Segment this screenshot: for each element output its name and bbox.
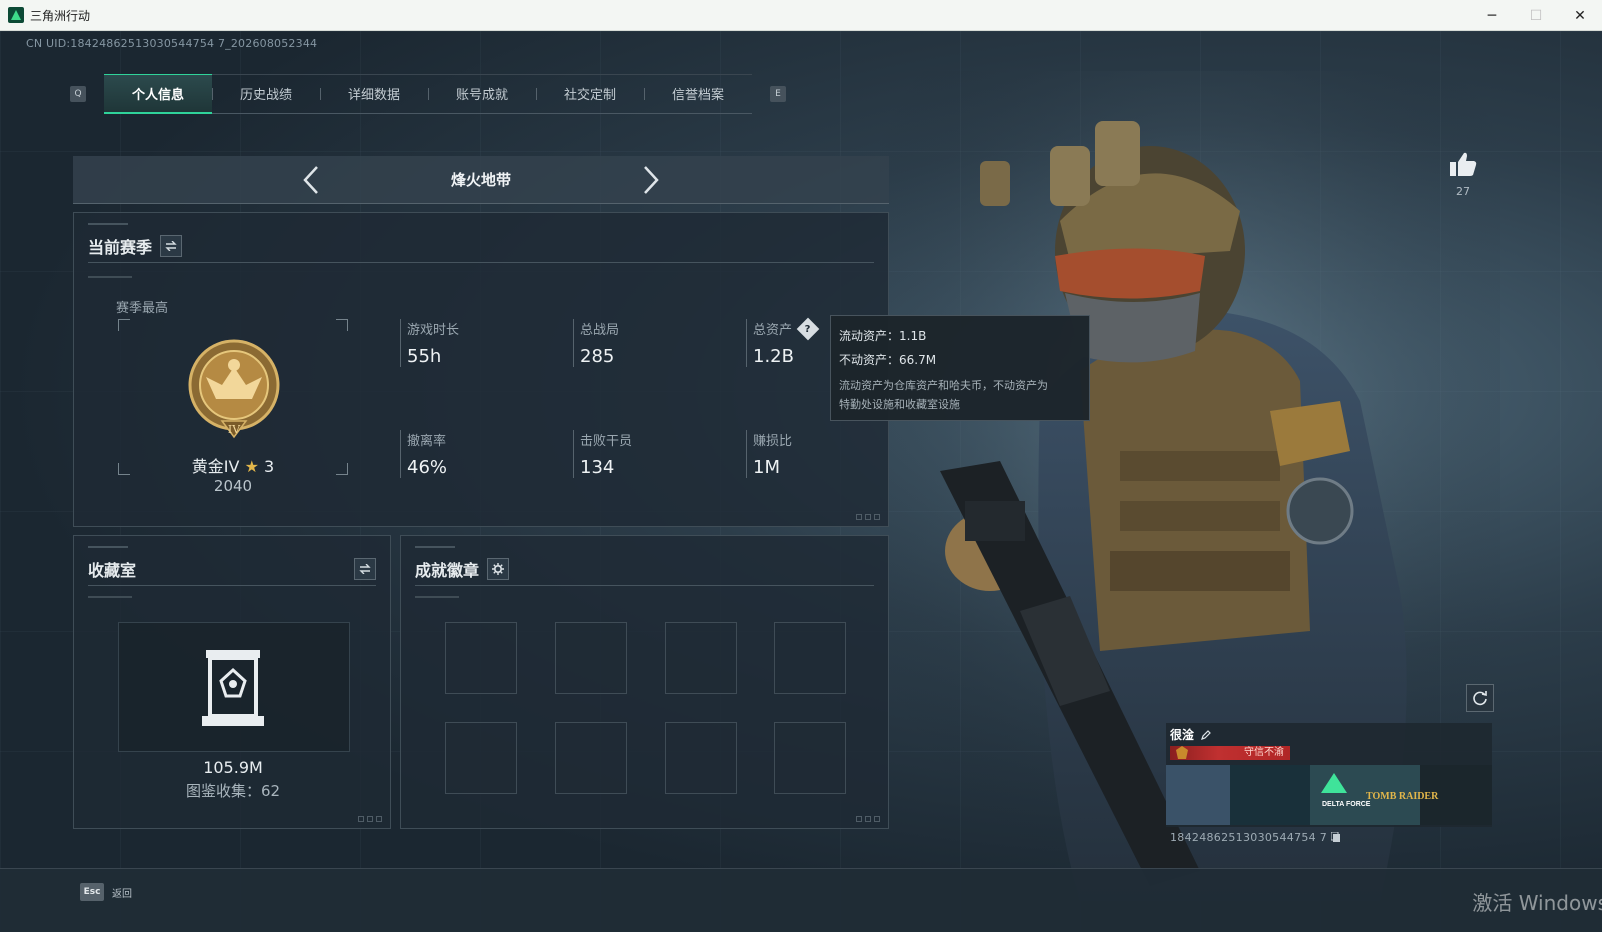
player-name: 很淦 — [1170, 726, 1212, 743]
rank-points: 2040 — [213, 477, 253, 495]
edit-pencil-icon — [1201, 729, 1211, 740]
like-count: 27 — [1456, 185, 1470, 198]
collection-count: 图鉴收集：62 — [185, 782, 281, 800]
collection-room-header: 收藏室 — [88, 552, 376, 586]
player-uid: 18424862513030544754 7 — [1170, 831, 1341, 844]
mode-selector: 烽火地带 — [73, 156, 889, 204]
back-label[interactable]: 返回 — [112, 885, 132, 900]
window-titlebar: 三角洲行动 ─ ☐ ✕ — [0, 0, 1602, 31]
tab-next-key-hint[interactable]: E — [770, 86, 786, 102]
player-banner-image: DELTA FORCE TOMB RAIDER — [1166, 765, 1492, 825]
tab-match-history[interactable]: 历史战绩 — [212, 74, 320, 114]
achievement-badges-panel: 成就徽章 — [400, 535, 889, 829]
minimize-button[interactable]: ─ — [1470, 0, 1514, 31]
like-block[interactable]: 27 — [1448, 151, 1478, 198]
current-season-panel: 当前赛季 赛季最高 IV 黄金IV ★ 3 2040 游戏时长 55h 总战局 … — [73, 212, 889, 527]
badge-slot[interactable] — [774, 722, 846, 794]
panel-dots-decoration — [856, 514, 880, 520]
svg-text:IV: IV — [228, 423, 241, 436]
header-decoration — [415, 546, 455, 548]
copy-icon — [1331, 832, 1341, 842]
tooltip-description-2: 特勤处设施和收藏室设施 — [839, 398, 960, 411]
tab-social-customization[interactable]: 社交定制 — [536, 74, 644, 114]
svg-text:TOMB RAIDER: TOMB RAIDER — [1366, 791, 1439, 802]
stat-profit-loss-ratio: 赚损比 1M — [746, 430, 906, 478]
sub-decoration — [415, 596, 459, 598]
collection-room-panel: 收藏室 105.9M 图鉴收集：62 — [73, 535, 391, 829]
sub-decoration — [88, 276, 132, 278]
mode-next-arrow-icon[interactable] — [636, 165, 666, 195]
stat-operators-defeated: 击败干员 134 — [573, 430, 733, 478]
badge-slot[interactable] — [445, 622, 517, 694]
thumbs-up-icon — [1450, 152, 1477, 176]
collection-value: 105.9M — [203, 758, 263, 777]
achievement-badges-title: 成就徽章 — [415, 560, 480, 580]
refresh-icon — [1473, 691, 1487, 706]
player-card[interactable]: 很淦 守信不渝 DELTA FORCE TOMB RAIDER — [1166, 723, 1492, 827]
badge-slot[interactable] — [774, 622, 846, 694]
badge-settings-button[interactable] — [487, 557, 510, 580]
stat-total-matches: 总战局 285 — [573, 319, 733, 367]
sub-decoration — [88, 596, 132, 598]
mode-title: 烽火地带 — [450, 171, 511, 189]
header-decoration — [88, 546, 128, 548]
tab-credit-record[interactable]: 信誉档案 — [644, 74, 752, 114]
rank-frame: IV 黄金IV ★ 3 2040 — [118, 319, 348, 495]
swap-collection-button[interactable] — [354, 557, 376, 580]
panel-dots-decoration — [358, 816, 382, 822]
achievement-badges-header: 成就徽章 — [415, 552, 874, 586]
assets-help-icon[interactable]: ? — [796, 317, 820, 340]
tab-account-achievements[interactable]: 账号成就 — [428, 74, 536, 114]
display-case-icon — [202, 650, 264, 726]
refresh-button[interactable] — [1466, 684, 1494, 712]
gear-icon — [492, 562, 505, 575]
swap-icon — [165, 240, 177, 251]
title-emblem-icon — [1176, 746, 1188, 759]
tab-strip: 个人信息 历史战绩 详细数据 账号成就 社交定制 信誉档案 — [104, 73, 752, 114]
panel-dots-decoration — [856, 816, 880, 822]
tooltip-fixed-assets: 不动资产：66.7M — [839, 353, 937, 367]
stat-extraction-rate: 撤离率 46% — [400, 430, 560, 478]
window-controls: ─ ☐ ✕ — [1470, 0, 1602, 31]
stat-play-time: 游戏时长 55h — [400, 319, 560, 367]
bottom-bar: Esc 返回 激活 Windows — [0, 868, 1602, 932]
header-decoration — [88, 223, 128, 225]
close-button[interactable]: ✕ — [1558, 0, 1602, 31]
tab-detailed-data[interactable]: 详细数据 — [320, 74, 428, 114]
window-title: 三角洲行动 — [30, 8, 91, 23]
badge-slot[interactable] — [665, 622, 737, 694]
maximize-button[interactable]: ☐ — [1514, 0, 1558, 31]
assets-tooltip: 流动资产：1.1B 不动资产：66.7M 流动资产为仓库资产和哈夫币，不动资产为… — [830, 315, 1090, 421]
esc-key-hint[interactable]: Esc — [80, 883, 104, 901]
svg-text:DELTA FORCE: DELTA FORCE — [1322, 801, 1371, 808]
badge-slot[interactable] — [555, 722, 627, 794]
season-best-label: 赛季最高 — [116, 301, 169, 316]
swap-season-button[interactable] — [160, 234, 183, 257]
badge-slot[interactable] — [555, 622, 627, 694]
game-viewport: CN UID:18424862513030544754 7_2026080523… — [0, 31, 1602, 932]
mode-prev-arrow-icon[interactable] — [296, 165, 326, 195]
tooltip-liquid-assets: 流动资产：1.1B — [839, 329, 927, 343]
badge-slot[interactable] — [665, 722, 737, 794]
uid-line: CN UID:18424862513030544754 7_2026080523… — [26, 37, 318, 50]
top-tab-bar: Q 个人信息 历史战绩 详细数据 账号成就 社交定制 信誉档案 E — [70, 73, 786, 114]
rank-star-icon: ★ — [244, 457, 259, 476]
tab-personal-info[interactable]: 个人信息 — [104, 73, 212, 114]
tab-prev-key-hint[interactable]: Q — [70, 86, 86, 102]
current-season-header: 当前赛季 — [88, 229, 874, 263]
tooltip-description-1: 流动资产为仓库资产和哈夫币，不动资产为 — [839, 379, 1048, 392]
gold-rank-badge-icon: IV — [188, 339, 280, 439]
activate-windows-watermark: 激活 Windows — [1472, 891, 1602, 915]
current-season-title: 当前赛季 — [88, 237, 153, 257]
collection-room-title: 收藏室 — [88, 560, 137, 580]
swap-icon — [359, 563, 371, 574]
badge-slot[interactable] — [445, 722, 517, 794]
app-logo-icon — [8, 7, 24, 23]
rank-name: 黄金IV ★ 3 — [191, 457, 275, 476]
